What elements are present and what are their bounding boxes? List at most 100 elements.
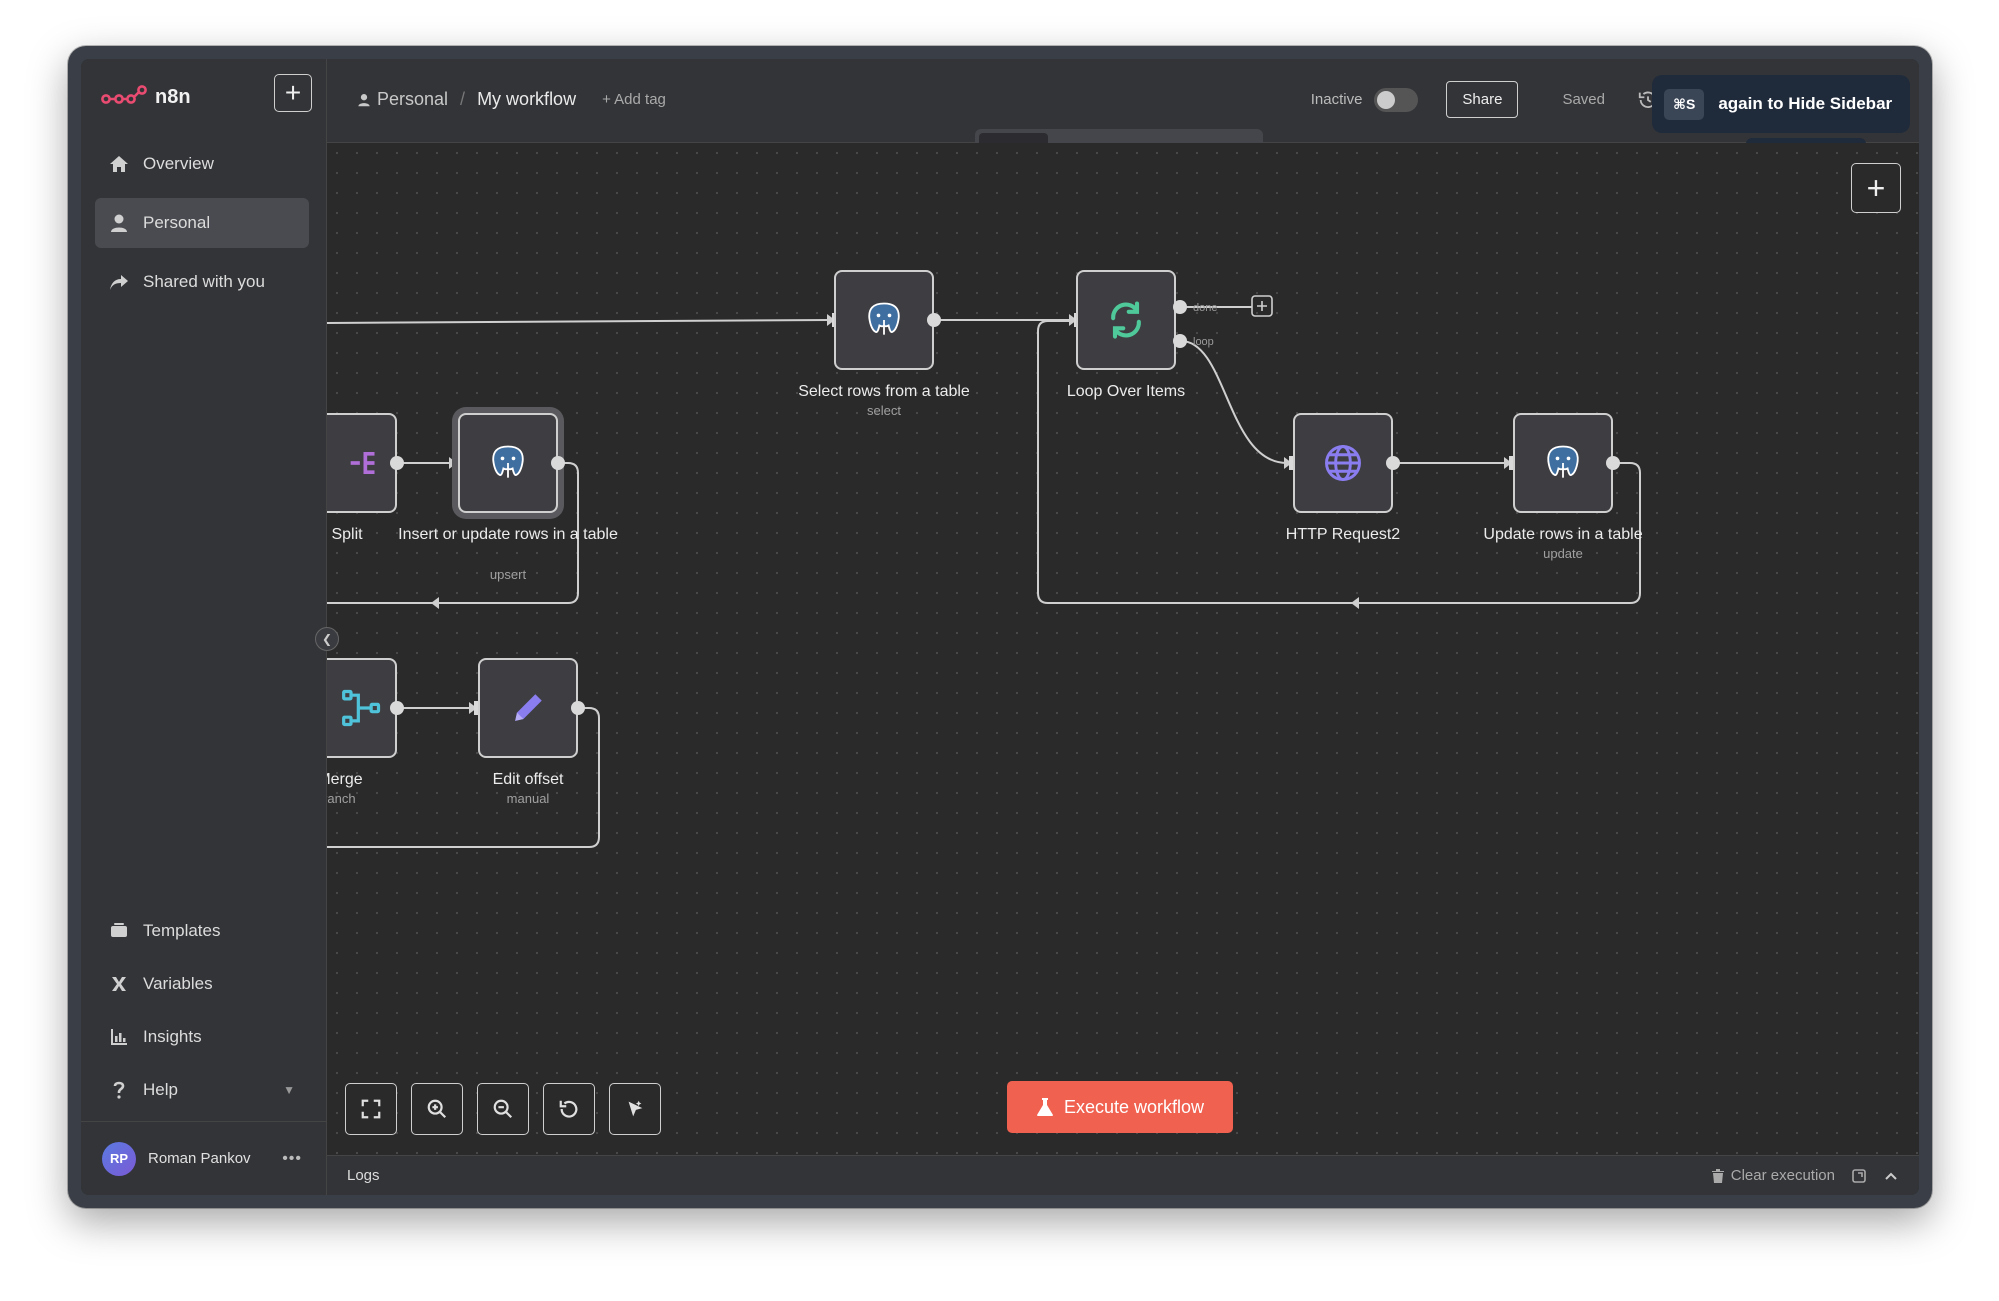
clear-execution-label: Clear execution bbox=[1730, 1167, 1835, 1184]
home-icon bbox=[110, 156, 128, 172]
node-label: Loop Over Items bbox=[1066, 383, 1186, 400]
user-name: Roman Pankov bbox=[148, 1150, 251, 1167]
execute-workflow-button[interactable]: Execute workflow bbox=[1007, 1081, 1233, 1133]
sidebar-item-label: Variables bbox=[143, 974, 213, 993]
output-label-loop: loop bbox=[1193, 336, 1214, 348]
output-handle[interactable] bbox=[551, 456, 565, 470]
output-handle-done[interactable] bbox=[1173, 300, 1187, 314]
zoom-out-button[interactable] bbox=[477, 1083, 529, 1135]
sidebar-item-personal[interactable]: Personal bbox=[95, 198, 309, 248]
reset-zoom-button[interactable] bbox=[543, 1083, 595, 1135]
avatar: RP bbox=[102, 1141, 136, 1176]
shortcut-tooltip: ⌘S again to Hide Sidebar bbox=[1652, 75, 1910, 133]
saved-status: Saved bbox=[1562, 91, 1605, 108]
connection-line bbox=[327, 319, 831, 324]
logs-actions: Clear execution bbox=[1711, 1167, 1899, 1184]
breadcrumb: Personal / My workflow + Add tag bbox=[357, 89, 666, 110]
collapse-sidebar-button[interactable]: ❮ bbox=[315, 627, 339, 651]
node-update-rows[interactable] bbox=[1513, 413, 1613, 513]
arrow-head bbox=[431, 597, 439, 609]
flask-icon bbox=[1036, 1098, 1053, 1116]
tidy-up-button[interactable] bbox=[609, 1083, 661, 1135]
app-name: n8n bbox=[155, 85, 191, 108]
output-handle[interactable] bbox=[390, 456, 404, 470]
split-icon bbox=[350, 452, 375, 474]
chevron-up-icon[interactable] bbox=[1883, 1168, 1899, 1184]
sidebar-item-shared[interactable]: Shared with you bbox=[95, 257, 309, 307]
sidebar-item-label: Insights bbox=[143, 1027, 202, 1046]
logo[interactable]: n8n bbox=[101, 85, 191, 109]
templates-icon bbox=[111, 923, 127, 937]
sidebar-item-templates[interactable]: Templates bbox=[95, 909, 309, 953]
trash-icon bbox=[1711, 1168, 1724, 1183]
node-subtitle: upsert bbox=[489, 567, 527, 582]
add-tag-link[interactable]: + Add tag bbox=[602, 91, 666, 108]
node-split[interactable] bbox=[327, 413, 397, 513]
sidebar-item-help[interactable]: Help ▼ bbox=[95, 1068, 309, 1112]
node-label: Insert or update rows in a table bbox=[398, 526, 618, 543]
fit-view-button[interactable] bbox=[345, 1083, 397, 1135]
sidebar-item-variables[interactable]: Variables bbox=[95, 962, 309, 1006]
pencil-icon bbox=[515, 694, 542, 721]
logs-title: Logs bbox=[347, 1167, 380, 1184]
canvas-controls bbox=[345, 1083, 661, 1135]
output-handle[interactable] bbox=[1606, 456, 1620, 470]
output-handle[interactable] bbox=[1386, 456, 1400, 470]
logs-panel[interactable]: Logs Clear execution bbox=[327, 1155, 1919, 1195]
zoom-in-button[interactable] bbox=[411, 1083, 463, 1135]
node-http-request[interactable] bbox=[1293, 413, 1393, 513]
output-handle[interactable] bbox=[571, 701, 585, 715]
postgres-icon bbox=[492, 445, 524, 478]
app-window: n8n + Overview Personal Shared with you … bbox=[68, 46, 1932, 1208]
sidebar-item-label: Overview bbox=[143, 154, 214, 173]
sidebar-item-insights[interactable]: Insights bbox=[95, 1015, 309, 1059]
tidy-icon bbox=[628, 1100, 643, 1117]
node-upsert-rows[interactable] bbox=[458, 413, 558, 513]
node-edit-offset[interactable] bbox=[478, 658, 578, 758]
add-node-plus bbox=[1257, 301, 1267, 311]
postgres-icon bbox=[868, 302, 900, 335]
share-button[interactable]: Share bbox=[1446, 81, 1519, 118]
node-subtitle: chooseBranch bbox=[327, 791, 356, 806]
add-node-button[interactable]: + bbox=[1851, 163, 1901, 213]
user-menu[interactable]: RP Roman Pankov ••• bbox=[81, 1121, 326, 1195]
node-label: Edit offset bbox=[492, 771, 564, 788]
sidebar-item-label: Personal bbox=[143, 213, 211, 232]
sidebar-bottom-nav: Templates Variables Insights Help ▼ bbox=[95, 909, 309, 1121]
reset-icon bbox=[559, 1100, 578, 1118]
node-merge[interactable] bbox=[327, 658, 397, 758]
n8n-logo-icon bbox=[101, 85, 147, 104]
more-options-icon[interactable]: ••• bbox=[282, 1150, 302, 1168]
insights-icon bbox=[111, 1029, 127, 1045]
node-loop-over-items[interactable] bbox=[1076, 270, 1176, 370]
execute-workflow-label: Execute workflow bbox=[1063, 1096, 1205, 1117]
node-select-rows[interactable] bbox=[834, 270, 934, 370]
connection-line bbox=[1180, 340, 1288, 464]
output-handle[interactable] bbox=[927, 313, 941, 327]
workflow-canvas[interactable]: done loop Select rows from a table selec… bbox=[327, 143, 1919, 1155]
status-label: Inactive bbox=[1310, 91, 1363, 108]
sidebar: n8n + Overview Personal Shared with you … bbox=[81, 59, 327, 1195]
breadcrumb-project[interactable]: Personal bbox=[357, 89, 448, 110]
breadcrumb-project-label: Personal bbox=[377, 89, 449, 109]
node-subtitle: update bbox=[1543, 546, 1583, 561]
popout-icon[interactable] bbox=[1851, 1168, 1867, 1184]
globe-icon bbox=[1325, 445, 1361, 481]
workflow-name[interactable]: My workflow bbox=[477, 89, 576, 110]
loop-icon bbox=[1111, 301, 1141, 339]
node-subtitle: manual bbox=[506, 791, 550, 806]
user-icon bbox=[358, 93, 370, 106]
node-subtitle: select bbox=[867, 403, 901, 418]
active-toggle[interactable] bbox=[1374, 87, 1419, 112]
chevron-left-icon: ❮ bbox=[321, 632, 333, 646]
zoom-out-icon bbox=[493, 1099, 513, 1119]
sidebar-nav: Overview Personal Shared with you bbox=[95, 139, 309, 316]
output-handle-loop[interactable] bbox=[1173, 334, 1187, 348]
create-button[interactable]: + bbox=[274, 74, 312, 112]
sidebar-item-overview[interactable]: Overview bbox=[95, 139, 309, 189]
output-handle[interactable] bbox=[390, 701, 404, 715]
arrow-head bbox=[1351, 597, 1359, 609]
clear-execution-button[interactable]: Clear execution bbox=[1711, 1167, 1835, 1184]
sidebar-item-label: Help bbox=[143, 1080, 178, 1099]
output-label-done: done bbox=[1193, 302, 1217, 314]
